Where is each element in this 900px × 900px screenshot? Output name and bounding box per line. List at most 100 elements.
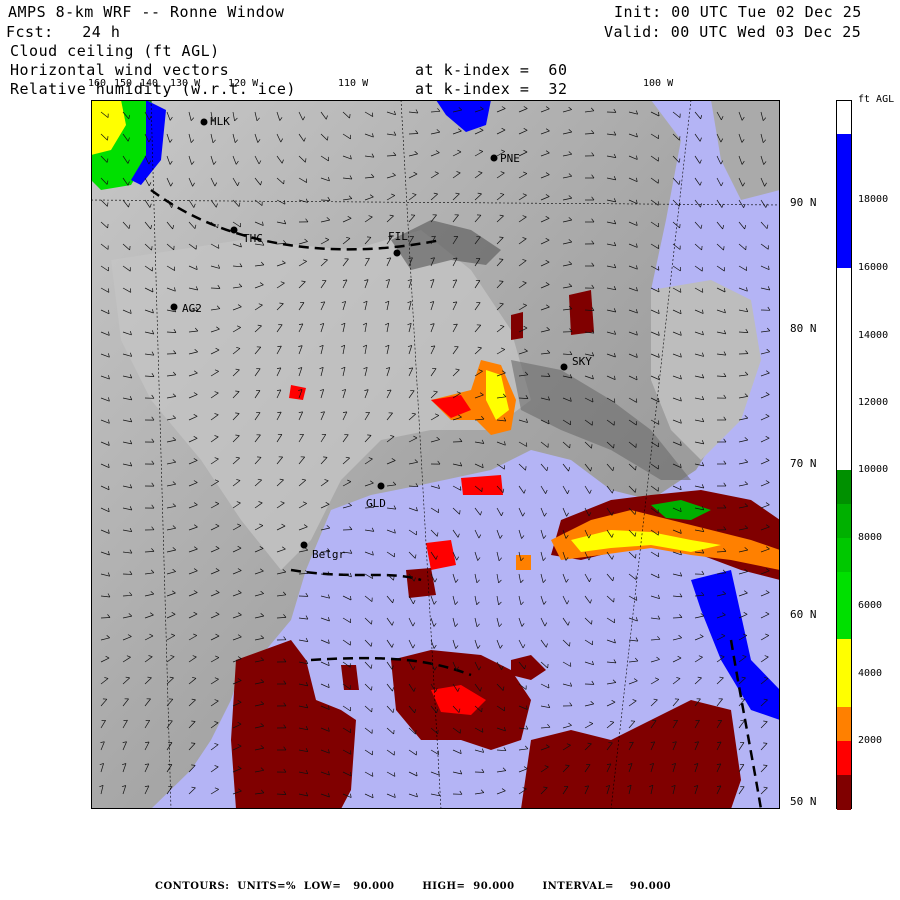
wind-barb	[482, 728, 484, 733]
station-label-hlk: HLK	[210, 115, 230, 128]
station-label-gld: GLD	[366, 497, 386, 510]
wind-barb	[218, 244, 220, 249]
colorbar-label-16000: 16000	[858, 262, 889, 273]
wind-barb	[763, 764, 768, 766]
station-marker-fil	[393, 249, 401, 257]
lon-label-110: 110 W	[338, 78, 369, 89]
wind-vector	[540, 375, 551, 377]
wind-barb	[453, 323, 458, 325]
wind-barb	[415, 730, 417, 735]
lat-label-90: 90 N	[790, 196, 817, 209]
wind-barb	[277, 345, 282, 347]
lon-label-140: 140	[140, 78, 159, 89]
wind-barb	[371, 620, 373, 625]
lat-label-50: 50 N	[790, 795, 817, 808]
wind-barb	[151, 246, 153, 251]
colorbar-seg-yellow	[837, 639, 851, 707]
wind-barb	[393, 576, 395, 581]
wind-barb	[723, 246, 725, 251]
wind-barb	[569, 642, 571, 647]
cloud-cell-2	[511, 312, 523, 340]
wind-barb	[680, 288, 682, 293]
colorbar-seg-green-dark	[837, 470, 851, 504]
colorbar-label-18000: 18000	[858, 194, 889, 205]
wind-barb	[460, 486, 462, 491]
colorbar-seg-darkred	[837, 775, 851, 810]
colorbar-seg-green	[837, 538, 851, 572]
wind-barb	[635, 466, 637, 471]
plot-title: AMPS 8-km WRF -- Ronne Window	[8, 3, 285, 21]
station-label-pne: PNE	[500, 152, 520, 165]
colorbar-seg-white	[837, 268, 851, 470]
wind-barb	[108, 288, 110, 293]
station-marker-pne	[490, 154, 498, 162]
wind-barb	[191, 742, 196, 744]
wind-barb	[658, 420, 660, 425]
wind-barb	[323, 456, 328, 458]
wind-vector	[672, 617, 683, 619]
wind-vector	[320, 199, 331, 201]
lon-label-150: 150	[114, 78, 133, 89]
forecast-hour: Fcst: 24 h	[6, 23, 121, 41]
colorbar-label-12000: 12000	[858, 397, 889, 408]
station-label-fil: FIL	[388, 230, 408, 243]
cloud-cell-4	[426, 540, 456, 570]
cloud-cell-7	[516, 555, 531, 570]
wind-barb	[191, 720, 196, 722]
lat-label-60: 60 N	[790, 608, 817, 621]
wind-barb	[679, 136, 681, 141]
valid-time: Valid: 00 UTC Wed 03 Dec 25	[604, 23, 862, 41]
lon-label-100: 100 W	[643, 78, 674, 89]
colorbar-seg-blue	[837, 134, 851, 268]
field-label-2: Horizontal wind vectors	[10, 61, 230, 79]
wind-barb	[658, 266, 660, 271]
field-label-1: Cloud ceiling (ft AGL)	[10, 42, 220, 60]
colorbar-seg-orange	[837, 707, 851, 741]
lon-label-160: 160	[88, 78, 107, 89]
wind-barb	[591, 444, 593, 449]
colorbar-seg-top	[837, 101, 851, 134]
wind-vector	[408, 133, 419, 135]
forecast-map	[91, 100, 780, 809]
wind-barb	[763, 742, 768, 744]
wind-barb	[591, 620, 593, 625]
wind-barb	[499, 280, 504, 282]
wind-vector	[210, 287, 221, 289]
colorbar-label-8000: 8000	[858, 532, 883, 543]
k-index-1: at k-index = 60	[415, 61, 568, 79]
wind-barb	[635, 554, 637, 559]
colorbar-label-10000: 10000	[858, 464, 889, 475]
station-label-ag2: AG2	[182, 302, 202, 315]
colorbar-seg-red	[837, 741, 851, 775]
station-label-belgr: Belgr	[312, 548, 346, 561]
k-index-2: at k-index = 32	[415, 80, 568, 98]
lat-label-80: 80 N	[790, 322, 817, 335]
wind-barb	[235, 390, 240, 392]
cloud-cell-3	[461, 475, 503, 495]
wind-barb	[394, 772, 396, 777]
colorbar-seg-green-mid	[837, 504, 851, 538]
init-time: Init: 00 UTC Tue 02 Dec 25	[614, 3, 862, 21]
lon-label-130: 130 W	[170, 78, 201, 89]
station-marker-gld	[377, 482, 385, 490]
wind-barb	[367, 434, 372, 436]
wind-barb	[499, 236, 504, 238]
wind-barb	[459, 510, 461, 515]
wind-barb	[349, 114, 351, 119]
wind-barb	[525, 466, 527, 471]
wind-barb	[372, 772, 374, 777]
wind-barb	[191, 764, 196, 766]
station-label-thc: THC	[243, 232, 263, 245]
station-marker-thc	[230, 226, 238, 234]
wind-barb	[277, 411, 282, 413]
station-marker-hlk	[200, 118, 208, 126]
station-label-sky: SKY	[572, 355, 592, 368]
colorbar-label-2000: 2000	[858, 735, 883, 746]
colorbar-label-14000: 14000	[858, 330, 889, 341]
wind-vector	[100, 617, 111, 619]
colorbar-unit: ft AGL	[858, 94, 895, 105]
wind-barb	[613, 444, 615, 449]
contour-info: CONTOURS: UNITS=% LOW= 90.000 HIGH= 90.0…	[155, 881, 672, 892]
lat-label-70: 70 N	[790, 457, 817, 470]
colorbar-seg-green-light	[837, 572, 851, 639]
